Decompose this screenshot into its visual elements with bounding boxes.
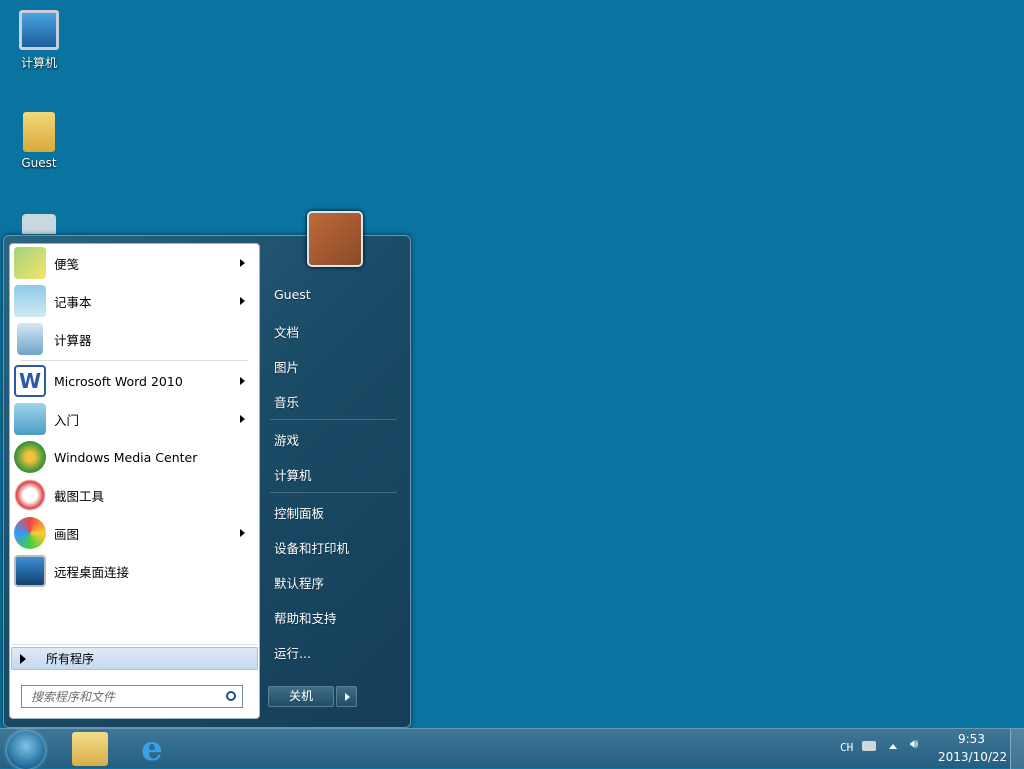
user-avatar[interactable] xyxy=(307,211,363,267)
remote-desktop-icon xyxy=(14,555,46,587)
right-item-guest[interactable]: Guest xyxy=(274,287,311,302)
shutdown-button[interactable]: 关机 xyxy=(268,686,334,707)
program-sticky-notes[interactable]: 便笺 xyxy=(12,245,257,281)
paint-icon xyxy=(14,517,46,549)
divider xyxy=(12,644,257,645)
recycle-bin-icon[interactable] xyxy=(22,214,56,234)
submenu-arrow-icon[interactable] xyxy=(240,529,245,537)
divider xyxy=(270,419,397,420)
search-icon[interactable] xyxy=(226,691,236,701)
all-programs-button[interactable]: 所有程序 xyxy=(11,647,258,670)
right-item-pictures[interactable]: 图片 xyxy=(274,357,299,376)
right-item-devices-printers[interactable]: 设备和打印机 xyxy=(274,538,349,557)
word-icon: W xyxy=(14,365,46,397)
program-getting-started[interactable]: 入门 xyxy=(12,401,257,437)
program-snipping-tool[interactable]: 截图工具 xyxy=(12,477,257,513)
calculator-icon xyxy=(17,323,43,355)
triangle-right-icon xyxy=(20,653,26,664)
show-desktop-button[interactable] xyxy=(1010,729,1024,769)
program-calculator[interactable]: 计算器 xyxy=(12,321,257,357)
media-center-icon xyxy=(14,441,46,473)
program-media-center[interactable]: Windows Media Center xyxy=(12,439,257,475)
language-indicator[interactable]: CH xyxy=(840,741,853,754)
keyboard-icon[interactable] xyxy=(862,741,876,751)
submenu-arrow-icon[interactable] xyxy=(240,297,245,305)
programs-panel: 便笺 记事本 计算器 W Microsoft Word 2010 入门 Windo… xyxy=(9,243,260,719)
clock-date[interactable]: 2013/10/22 xyxy=(938,750,1007,764)
shutdown-options-button[interactable] xyxy=(336,686,357,707)
submenu-arrow-icon[interactable] xyxy=(240,377,245,385)
ie-icon[interactable]: e xyxy=(134,732,170,766)
right-item-music[interactable]: 音乐 xyxy=(274,392,299,411)
desktop-icon-guest[interactable]: Guest xyxy=(8,112,70,170)
program-paint[interactable]: 画图 xyxy=(12,515,257,551)
right-item-help[interactable]: 帮助和支持 xyxy=(274,608,337,627)
user-folder-icon xyxy=(23,112,55,152)
search-input[interactable]: 搜索程序和文件 xyxy=(21,685,243,708)
right-item-run[interactable]: 运行... xyxy=(274,643,311,662)
notepad-icon xyxy=(14,285,46,317)
program-remote-desktop[interactable]: 远程桌面连接 xyxy=(12,553,257,589)
start-button[interactable] xyxy=(7,731,45,769)
submenu-arrow-icon[interactable] xyxy=(240,415,245,423)
scissors-icon xyxy=(14,479,46,511)
right-item-computer[interactable]: 计算机 xyxy=(274,465,312,484)
clock-time[interactable]: 9:53 xyxy=(958,732,985,746)
divider xyxy=(20,360,248,361)
right-item-games[interactable]: 游戏 xyxy=(274,430,299,449)
divider xyxy=(270,492,397,493)
explorer-icon[interactable] xyxy=(72,732,108,766)
program-notepad[interactable]: 记事本 xyxy=(12,283,257,319)
submenu-arrow-icon[interactable] xyxy=(240,259,245,267)
right-item-control-panel[interactable]: 控制面板 xyxy=(274,503,324,522)
sticky-notes-icon xyxy=(14,247,46,279)
taskbar: e CH 🔊︎ 9:53 2013/10/22 xyxy=(0,728,1024,769)
program-word[interactable]: W Microsoft Word 2010 xyxy=(12,363,257,399)
right-item-documents[interactable]: 文档 xyxy=(274,322,299,341)
getting-started-icon xyxy=(14,403,46,435)
volume-icon[interactable]: 🔊︎ xyxy=(910,737,918,752)
right-item-default-programs[interactable]: 默认程序 xyxy=(274,573,324,592)
show-hidden-icons-icon[interactable] xyxy=(889,744,897,749)
computer-icon xyxy=(19,10,59,50)
desktop-icon-computer[interactable]: 计算机 xyxy=(8,10,70,71)
